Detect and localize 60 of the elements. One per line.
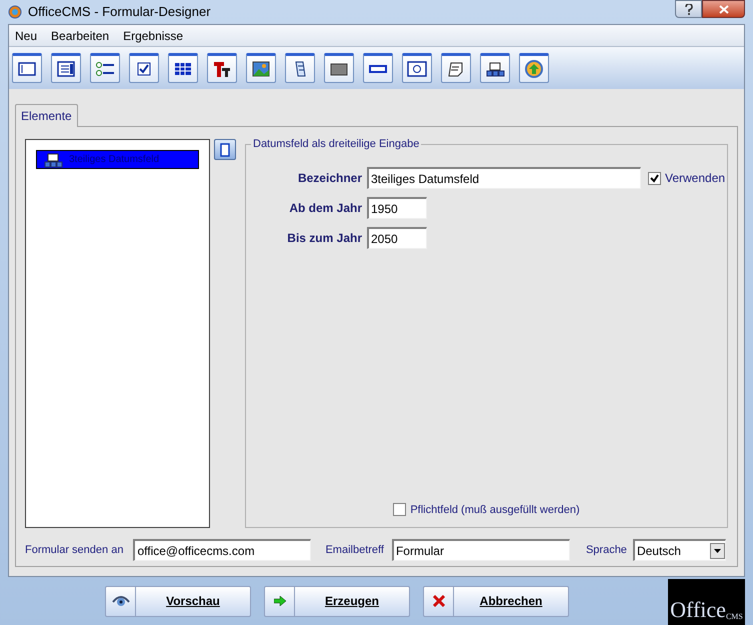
font-icon: [212, 60, 232, 78]
text-field[interactable]: 1950: [367, 197, 427, 219]
close-icon: [718, 4, 728, 14]
text-field[interactable]: 2050: [367, 227, 427, 249]
upload-icon: [524, 60, 544, 78]
field-label: Bezeichner: [296, 170, 362, 187]
group-title: Datumsfeld als dreiteilige Eingabe: [251, 136, 422, 152]
toolbar-button[interactable]: [402, 53, 432, 83]
table-icon: [173, 60, 193, 78]
field-label: Emailbetreff: [325, 542, 384, 558]
toolbar-button[interactable]: [246, 53, 276, 83]
checkbox[interactable]: [648, 172, 661, 184]
app-icon: [8, 5, 22, 19]
image-icon: [251, 60, 271, 78]
window-title: OfficeCMS - Formular-Designer: [28, 3, 211, 22]
arrow-icon: [274, 596, 286, 606]
date-fields-icon: [43, 150, 63, 168]
radio-list-icon: [95, 60, 115, 78]
eye-icon: [112, 594, 130, 608]
checkbox-label: Pflichtfeld (muß ausgefüllt werden): [410, 502, 580, 518]
menu-item[interactable]: Neu: [15, 26, 38, 44]
checkbox[interactable]: [393, 503, 406, 516]
email-field[interactable]: office@officecms.com: [133, 539, 312, 561]
text-field[interactable]: 3teiliges Datumsfeld: [367, 167, 641, 189]
toolbar-button[interactable]: [12, 53, 42, 83]
close-icon: [432, 595, 444, 607]
toolbar-button[interactable]: [324, 53, 354, 83]
toolbar-button[interactable]: [51, 53, 81, 83]
checkbox-label: Verwenden: [665, 170, 726, 187]
field-label: Ab dem Jahr: [288, 200, 362, 217]
help-button[interactable]: [675, 0, 702, 18]
help-icon: [684, 4, 692, 14]
date-fields-icon: [485, 60, 505, 78]
toolbar-button[interactable]: [129, 53, 159, 83]
toolbar-button[interactable]: [168, 53, 198, 83]
language-dropdown[interactable]: Deutsch: [632, 539, 726, 561]
toolbar-button[interactable]: [90, 53, 120, 83]
field-label: Sprache: [586, 542, 627, 558]
email-icon: [407, 60, 427, 78]
toolbar-button[interactable]: [285, 53, 315, 83]
close-button[interactable]: [702, 0, 745, 18]
field-label: Formular senden an: [25, 542, 124, 558]
action-button[interactable]: Vorschau: [105, 586, 251, 616]
toolbar-button[interactable]: [207, 53, 237, 83]
side-button[interactable]: [214, 139, 236, 160]
menu-item[interactable]: Ergebnisse: [123, 26, 184, 44]
action-button[interactable]: Erzeugen: [264, 586, 410, 616]
toolbar-button[interactable]: [480, 53, 510, 83]
frame-icon: [17, 60, 37, 78]
field-label: Bis zum Jahr: [286, 230, 362, 247]
toolbar-button[interactable]: [363, 53, 393, 83]
logo: OfficeCMS: [668, 579, 745, 625]
tab[interactable]: Elemente: [15, 104, 78, 127]
dropdown-arrow-icon: [714, 548, 721, 552]
menu-item[interactable]: Bearbeiten: [51, 26, 110, 44]
action-button[interactable]: Abbrechen: [423, 586, 569, 616]
page-icon: [220, 142, 230, 156]
list-icon: [56, 60, 76, 78]
subject-field[interactable]: Formular: [392, 539, 570, 561]
toolbar-button[interactable]: [441, 53, 471, 83]
